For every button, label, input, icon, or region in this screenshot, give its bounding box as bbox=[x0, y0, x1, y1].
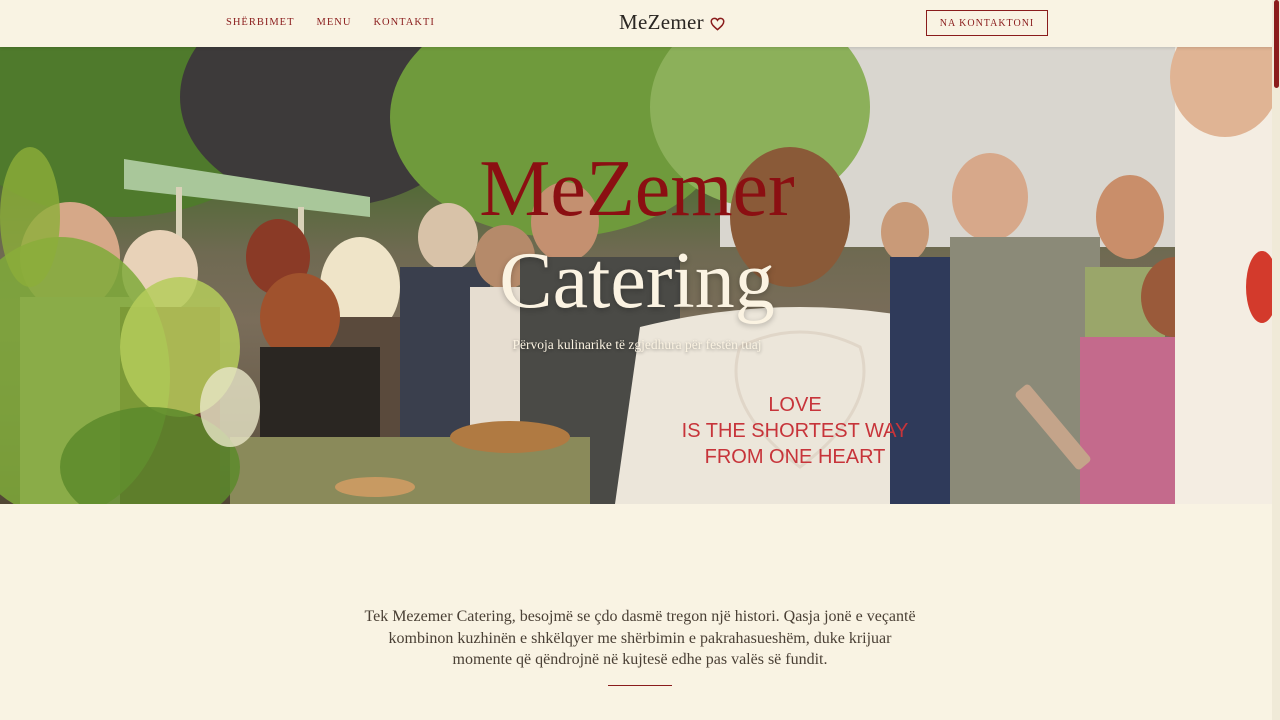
hero-subtitle: Përvoja kulinarike të zgjedhura për fest… bbox=[512, 337, 762, 352]
shirt-print-line: FROM ONE HEART bbox=[704, 446, 886, 468]
nav-link-sherbimet[interactable]: SHËRBIMET bbox=[226, 17, 295, 28]
site-header: SHËRBIMET MENU KONTAKTI MeZemer NA KONTA… bbox=[0, 0, 1280, 47]
shirt-print-line: LOVE bbox=[768, 394, 822, 416]
contact-us-button[interactable]: NA KONTAKTONI bbox=[926, 10, 1048, 36]
heart-icon bbox=[710, 17, 725, 31]
hero-title-mezemer: MeZemer bbox=[479, 145, 795, 233]
hero-section: MeZemer Catering Përvoja kulinarike të z… bbox=[0, 47, 1274, 504]
shirt-print-text: LOVE IS THE SHORTEST WAY FROM ONE HEART bbox=[660, 392, 930, 470]
nav-link-menu[interactable]: MENU bbox=[317, 17, 352, 28]
section-divider bbox=[608, 685, 672, 686]
nav-link-kontakti[interactable]: KONTAKTI bbox=[373, 17, 434, 28]
brand-logo[interactable]: MeZemer bbox=[619, 10, 725, 35]
brand-name: MeZemer bbox=[619, 10, 704, 34]
hero-title-catering: Catering bbox=[499, 237, 775, 325]
scrollbar-thumb[interactable] bbox=[1274, 0, 1279, 88]
intro-paragraph: Tek Mezemer Catering, besojmë se çdo das… bbox=[364, 608, 916, 668]
main-nav: SHËRBIMET MENU KONTAKTI bbox=[226, 17, 435, 28]
scrollbar-track[interactable] bbox=[1272, 0, 1280, 720]
shirt-print-line: IS THE SHORTEST WAY bbox=[681, 420, 909, 442]
